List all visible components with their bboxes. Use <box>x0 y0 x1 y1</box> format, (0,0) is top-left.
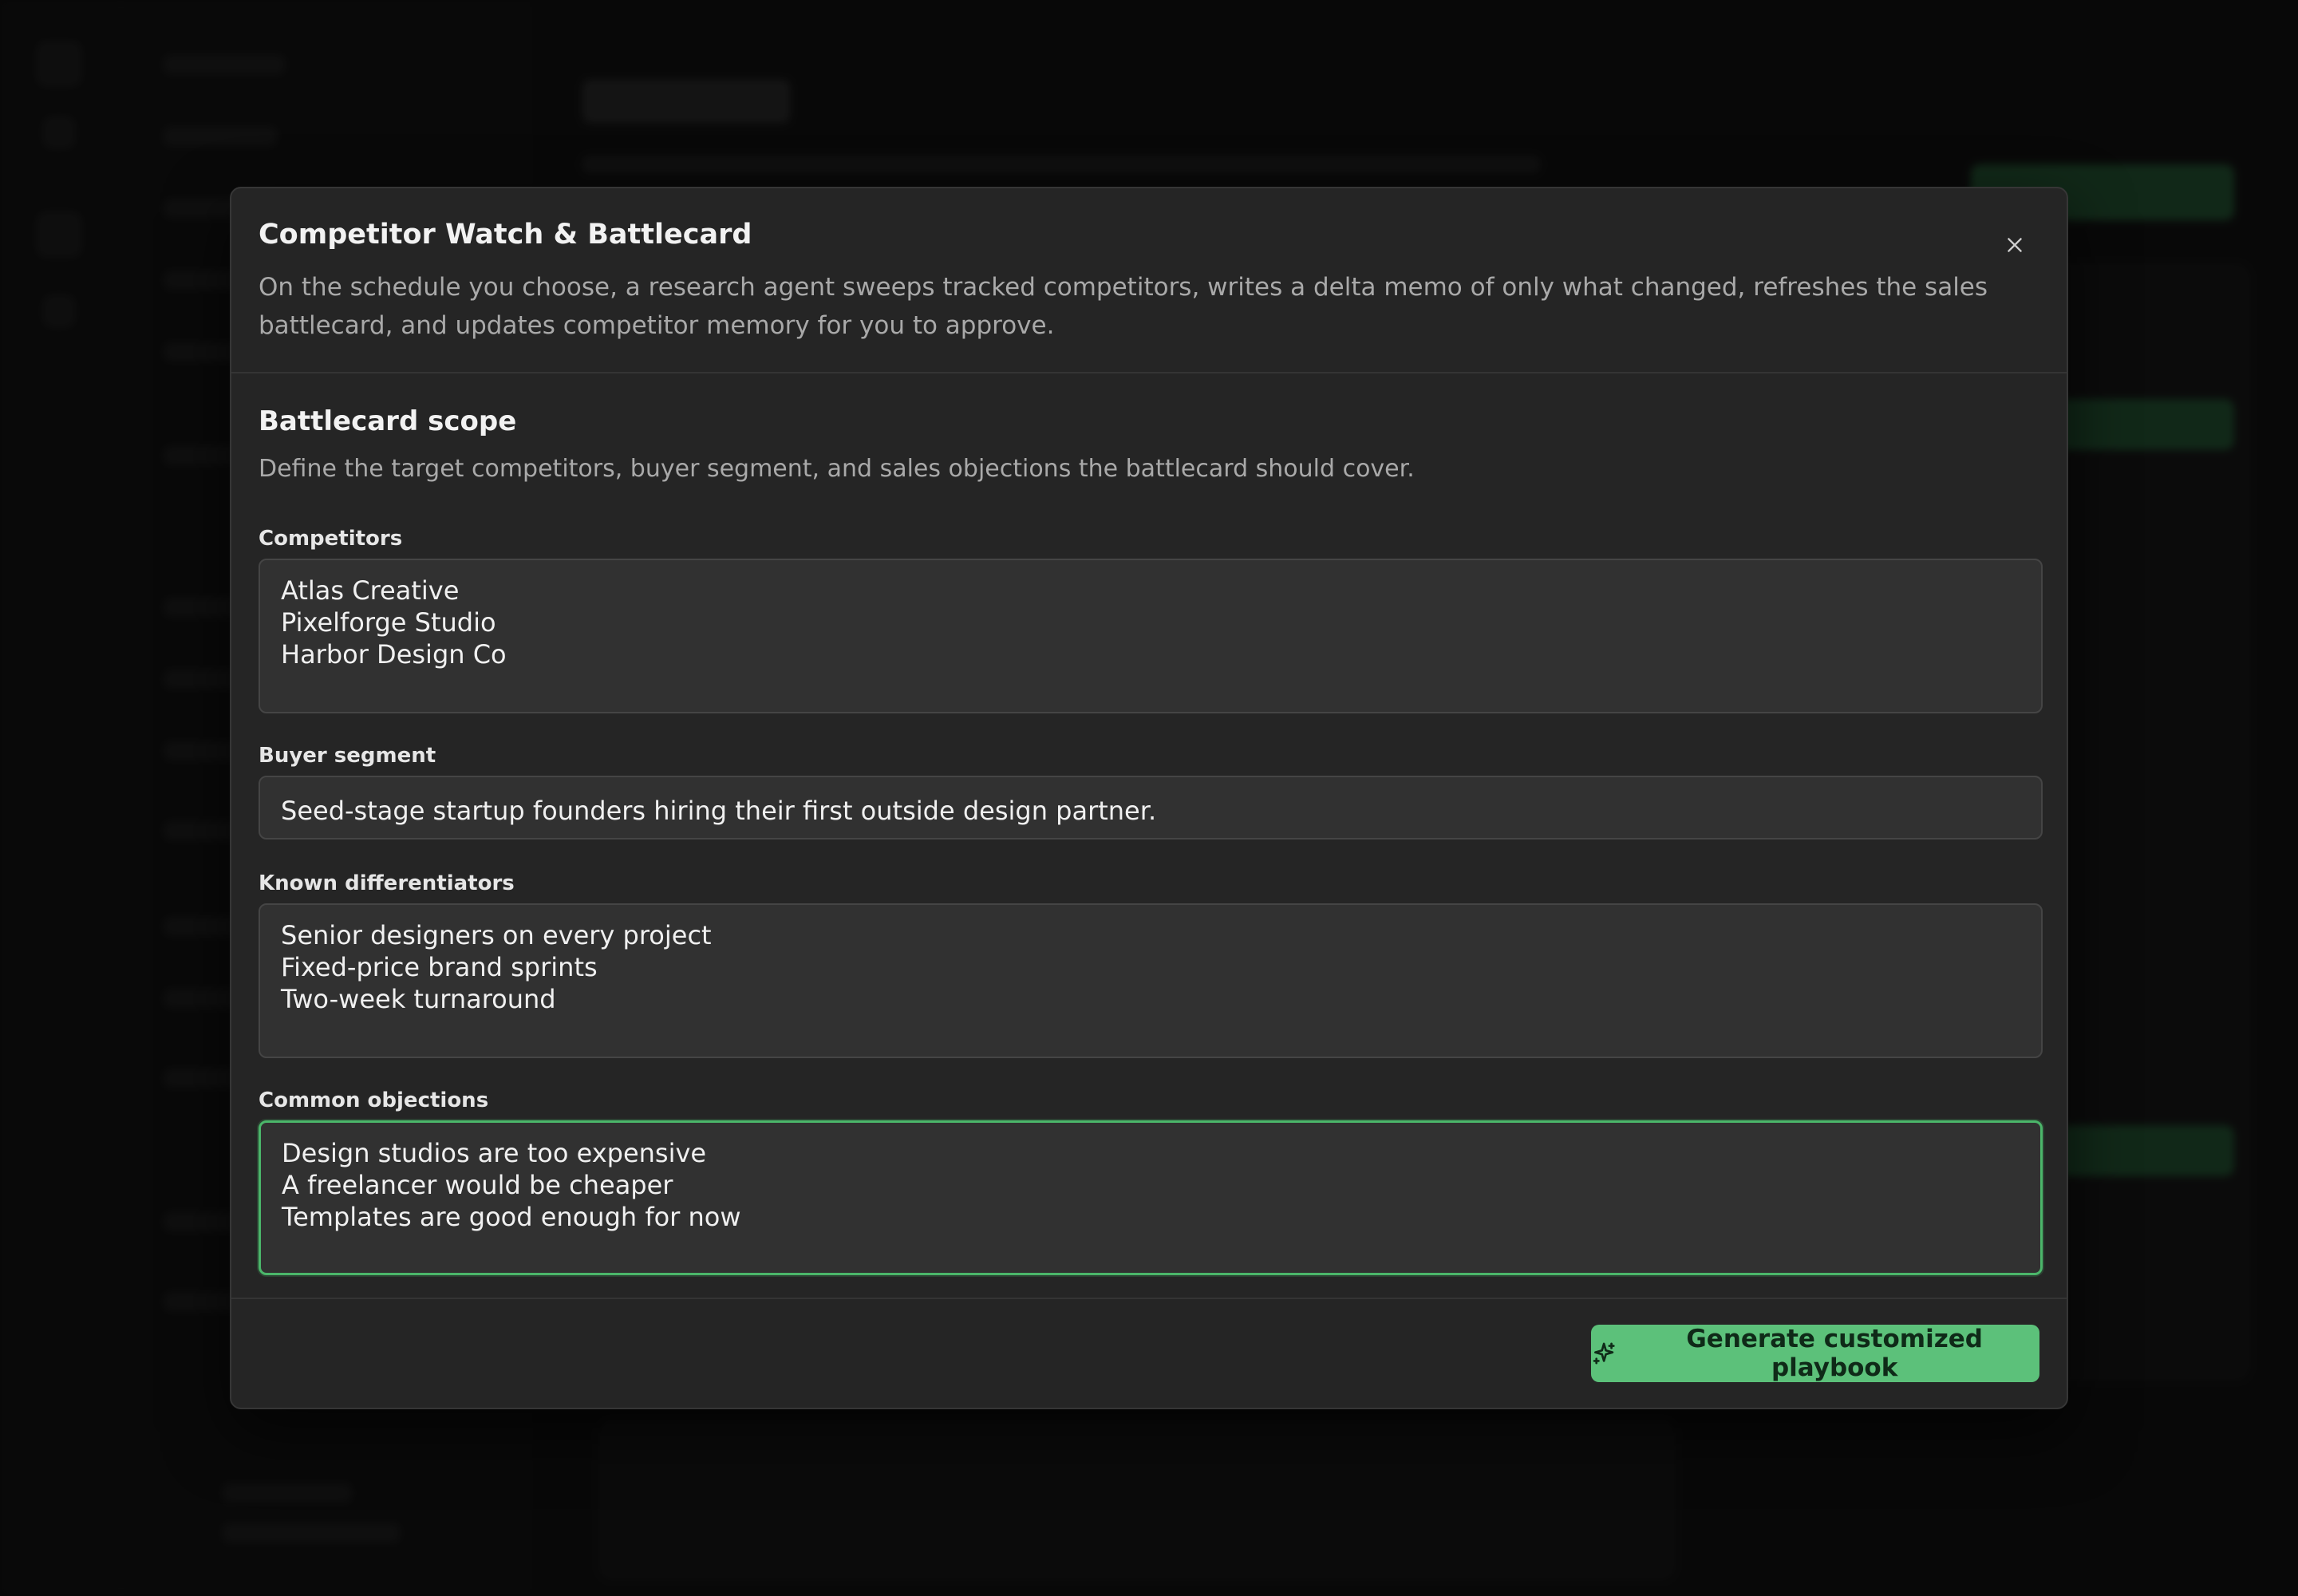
buyer-segment-input[interactable]: Seed-stage startup founders hiring their… <box>259 776 2043 839</box>
sparkles-icon <box>1593 1342 1615 1365</box>
playbook-modal: Competitor Watch & Battlecard On the sch… <box>230 187 2068 1409</box>
objections-label: Common objections <box>259 1088 489 1112</box>
competitors-textarea[interactable]: Atlas Creative Pixelforge Studio Harbor … <box>259 559 2043 713</box>
section-description: Define the target competitors, buyer seg… <box>259 455 1415 483</box>
competitors-label: Competitors <box>259 527 403 551</box>
buyer-segment-label: Buyer segment <box>259 744 436 768</box>
section-title: Battlecard scope <box>259 405 517 437</box>
objections-textarea[interactable]: Design studios are too expensive A freel… <box>259 1120 2043 1275</box>
modal-header: Competitor Watch & Battlecard On the sch… <box>231 188 2067 373</box>
differentiators-textarea[interactable]: Senior designers on every project Fixed-… <box>259 903 2043 1058</box>
modal-footer: Generate customized playbook <box>231 1298 2067 1408</box>
close-icon <box>2008 238 2022 252</box>
modal-description: On the schedule you choose, a research a… <box>259 273 1988 340</box>
modal-title: Competitor Watch & Battlecard <box>259 219 752 251</box>
generate-playbook-label: Generate customized playbook <box>1686 1325 1983 1382</box>
differentiators-label: Known differentiators <box>259 871 515 895</box>
generate-playbook-button[interactable]: Generate customized playbook <box>1591 1325 2039 1382</box>
close-button[interactable] <box>1995 225 2035 265</box>
